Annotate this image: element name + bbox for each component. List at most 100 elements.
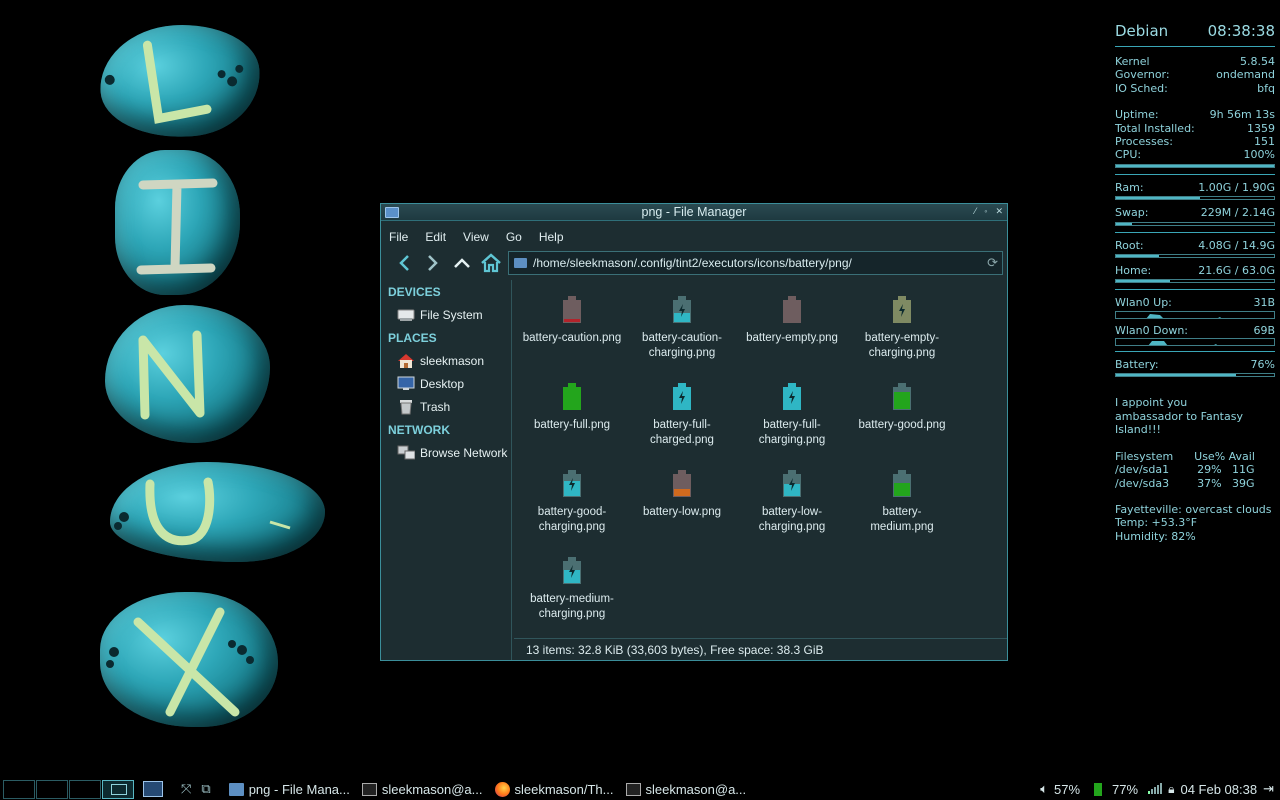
chevron-up-icon (453, 258, 470, 268)
chevron-right-icon (427, 255, 438, 271)
battery-file-icon (892, 470, 912, 498)
volume-level[interactable]: 57% (1054, 782, 1080, 797)
folder-icon (514, 258, 527, 268)
file-item[interactable]: battery-low.png (627, 470, 737, 520)
system-tray: 🔈︎ 57% 77% 🔒︎ 04 Feb 08:38 ⇥ (1040, 778, 1280, 800)
filesystem-row: /dev/sda1 29% 11G (1115, 463, 1255, 477)
taskbar-clock[interactable]: 04 Feb 08:38 (1180, 782, 1257, 797)
sidebar-item-home[interactable]: sleekmason (381, 349, 511, 372)
file-manager-window: png - File Manager ⁄ ◦ ✕ File Edit View … (380, 203, 1008, 661)
conky-row-label: IO Sched: (1115, 81, 1168, 95)
task-firefox[interactable]: sleekmason/Th... (489, 778, 620, 800)
conky-row: Kernel 5.8.54 (1115, 55, 1275, 68)
menu-go[interactable]: Go (506, 230, 522, 244)
file-item[interactable]: battery-full.png (517, 383, 627, 433)
task-terminal-2[interactable]: sleekmason@a... (620, 778, 753, 800)
stone-l (96, 19, 264, 143)
menu-view[interactable]: View (463, 230, 489, 244)
battery-file-icon (562, 557, 582, 585)
stone-x (100, 592, 278, 727)
close-button[interactable]: ✕ (995, 206, 1003, 217)
file-item[interactable]: battery-empty.png (737, 296, 847, 346)
file-name: battery-empty.png (746, 332, 838, 344)
battery-bar-fill (1116, 374, 1237, 377)
desktop-2-button[interactable] (36, 779, 68, 799)
battery-file-icon (562, 296, 582, 324)
home-button[interactable] (476, 249, 505, 277)
conky-header: Debian 08:38:38 (1115, 22, 1275, 47)
show-desktop-icon[interactable] (143, 781, 163, 797)
file-name: battery-caution- charging.png (642, 332, 722, 359)
window-title: png - File Manager (641, 205, 747, 219)
conky-row-label: Total Installed: (1115, 121, 1195, 135)
home-bar (1115, 279, 1275, 284)
file-item[interactable]: battery-caution- charging.png (627, 296, 737, 360)
file-item[interactable]: battery-good.png (847, 383, 957, 433)
battery-file-icon (892, 296, 912, 324)
file-name: battery-good- charging.png (537, 506, 607, 533)
menu-bar: File Edit View Go Help (381, 226, 1007, 248)
lock-icon[interactable]: 🔒︎ (1168, 782, 1174, 797)
wlan-down-graph (1115, 338, 1275, 347)
file-item[interactable]: battery-caution.png (517, 296, 627, 346)
desktop-4-button[interactable] (102, 779, 134, 799)
letter-n-glyph (138, 330, 205, 420)
desktop-1-button[interactable] (3, 779, 35, 799)
cpu-bar (1115, 163, 1275, 168)
battery-icon[interactable] (1094, 782, 1103, 796)
sidebar-item-file-system[interactable]: File System (381, 303, 511, 326)
battery-file-icon (562, 470, 582, 498)
stone-n (105, 305, 270, 443)
conky-row-label: Processes: (1115, 134, 1173, 148)
battery-file-icon (892, 383, 912, 411)
expand-icon[interactable]: ⤧ (181, 781, 191, 797)
task-file-manager[interactable]: png - File Mana... (223, 778, 356, 800)
conky-row-label: Kernel (1115, 55, 1150, 68)
battery-file-icon (672, 470, 692, 498)
menu-edit[interactable]: Edit (425, 230, 446, 244)
file-name: battery-medium- charging.png (530, 593, 614, 620)
location-path: /home/sleekmason/.config/tint2/executors… (533, 256, 852, 270)
kernel-info: Kernel 5.8.54 Governor: ondemand IO Sched: bf… (1115, 55, 1275, 95)
forward-button[interactable] (418, 249, 447, 277)
volume-icon[interactable]: 🔈︎ (1040, 781, 1048, 797)
reload-icon[interactable]: ⟳ (987, 255, 998, 271)
file-item[interactable]: battery- medium.png (847, 470, 957, 534)
conky-row: CPU: 100% (1115, 148, 1275, 161)
back-button[interactable] (389, 249, 418, 277)
sidebar-item-desktop[interactable]: Desktop (381, 372, 511, 395)
wifi-signal-icon[interactable] (1148, 782, 1163, 797)
task-terminal[interactable]: sleekmason@a... (356, 778, 489, 800)
conky-row-value: ondemand (1216, 68, 1275, 82)
battery-level[interactable]: 77% (1112, 782, 1138, 797)
file-item[interactable]: battery-full- charging.png (737, 383, 847, 447)
letter-u-glyph (114, 477, 291, 546)
windows-icon[interactable]: ⧉ (201, 781, 210, 797)
battery-file-icon (672, 296, 692, 324)
maximize-button[interactable]: ◦ (984, 206, 987, 217)
sidebar-item-browse-network[interactable]: Browse Network (381, 441, 511, 464)
minimize-button[interactable]: ⁄ (975, 206, 977, 217)
file-item[interactable]: battery-empty- charging.png (847, 296, 957, 360)
letter-i-glyph (136, 178, 218, 275)
drive-icon (397, 307, 415, 323)
file-item[interactable]: battery-low- charging.png (737, 470, 847, 534)
conky-row: IO Sched: bfq (1115, 82, 1275, 95)
menu-help[interactable]: Help (539, 230, 564, 244)
file-name: battery-empty- charging.png (864, 332, 940, 359)
conky-row-label: Uptime: (1115, 108, 1159, 122)
file-item[interactable]: battery-good- charging.png (517, 470, 627, 534)
sidebar-item-trash[interactable]: Trash (381, 395, 511, 418)
weather-condition: Fayetteville: overcast clouds (1115, 502, 1272, 516)
menu-file[interactable]: File (389, 230, 408, 244)
desktop-3-button[interactable] (69, 779, 101, 799)
conky-row-value: 9h 56m 13s (1209, 108, 1275, 122)
cpu-bar-fill (1116, 164, 1274, 167)
home-folder-icon (397, 353, 415, 369)
window-titlebar[interactable]: png - File Manager ⁄ ◦ ✕ (381, 204, 1007, 221)
file-item[interactable]: battery-full- charged.png (627, 383, 737, 447)
file-item[interactable]: battery-medium- charging.png (517, 557, 627, 621)
logout-icon[interactable]: ⇥ (1263, 781, 1274, 797)
location-bar[interactable]: /home/sleekmason/.config/tint2/executors… (508, 251, 1003, 275)
up-button[interactable] (447, 249, 476, 277)
